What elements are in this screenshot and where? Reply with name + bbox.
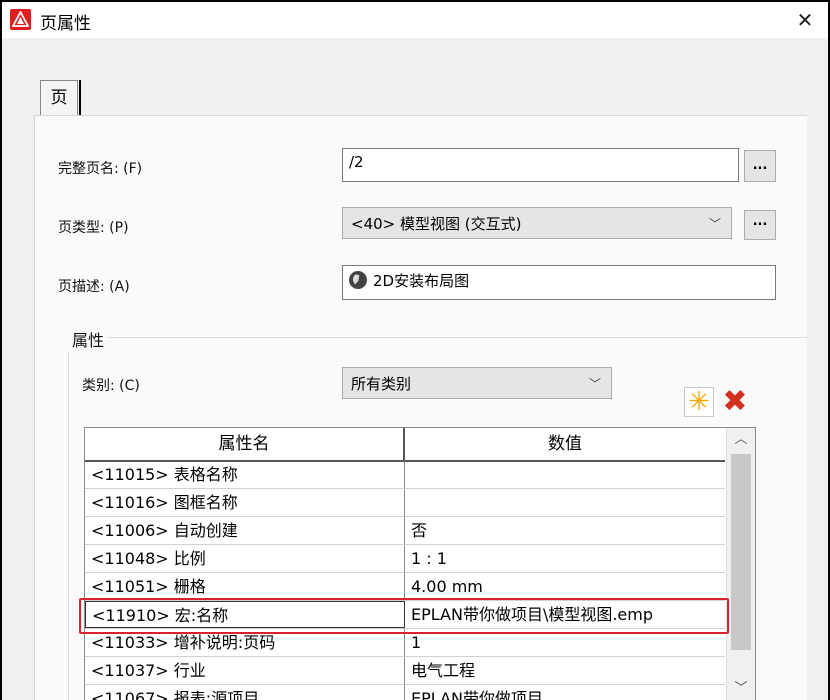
scrollbar-thumb[interactable] <box>731 454 751 650</box>
page-type-browse-button[interactable]: ... <box>744 210 776 240</box>
page-type-value: <40> 模型视图 (交互式) <box>351 215 522 233</box>
properties-table[interactable]: 属性名 数值 <11015> 表格名称 <11016> 图框名称 <11006>… <box>84 427 756 700</box>
table-row[interactable]: <11016> 图框名称 <box>85 489 725 517</box>
property-value-cell[interactable]: 电气工程 <box>405 657 725 684</box>
table-header: 属性名 数值 <box>85 428 725 462</box>
chevron-down-icon: ﹀ <box>588 377 601 391</box>
full-page-name-input[interactable]: /2 <box>342 148 739 182</box>
table-row[interactable]: <11048> 比例 1 : 1 <box>85 545 725 573</box>
table-row[interactable]: <11015> 表格名称 <box>85 461 725 489</box>
property-value-cell[interactable] <box>405 489 725 516</box>
table-row[interactable]: <11006> 自动创建 否 <box>85 517 725 545</box>
scroll-down-arrow-icon[interactable]: ﹀ <box>727 677 755 700</box>
window-title: 页属性 <box>40 14 91 34</box>
full-page-name-browse-button[interactable]: ... <box>744 150 776 182</box>
page-description-label: 页描述: (A) <box>58 279 130 295</box>
full-page-name-label: 完整页名: (F) <box>58 161 143 177</box>
table-row[interactable]: <11067> 报表:源项目 EPLAN带你做项目 <box>85 685 725 700</box>
page-properties-dialog: 页属性 ✕ 页 完整页名: (F) /2 ... 页类型: (P) <40> 模… <box>2 2 828 700</box>
chevron-down-icon: ﹀ <box>708 217 721 231</box>
column-header-property-name[interactable]: 属性名 <box>85 428 405 460</box>
page-type-label: 页类型: (P) <box>58 220 129 236</box>
property-name-cell: <11048> 比例 <box>85 545 405 572</box>
category-label: 类别: (C) <box>82 378 140 394</box>
category-value: 所有类别 <box>351 375 412 393</box>
star-icon: ✳ <box>688 387 710 417</box>
globe-icon <box>349 271 367 289</box>
page-type-select[interactable]: <40> 模型视图 (交互式) ﹀ <box>342 207 732 239</box>
vertical-scrollbar[interactable]: ︿ ﹀ <box>726 428 755 700</box>
property-value-cell[interactable]: 1 : 1 <box>405 545 725 572</box>
property-name-cell: <11067> 报表:源项目 <box>85 685 405 700</box>
delete-property-button[interactable]: ✖ <box>718 387 752 417</box>
properties-group-title: 属性 <box>68 327 109 351</box>
highlight-annotation-box <box>79 598 729 634</box>
column-header-value[interactable]: 数值 <box>405 428 725 460</box>
new-property-button[interactable]: ✳ <box>684 387 714 417</box>
close-button[interactable]: ✕ <box>782 2 828 38</box>
title-bar: 页属性 ✕ <box>2 2 828 38</box>
property-name-cell: <11016> 图框名称 <box>85 489 405 516</box>
property-name-cell: <11006> 自动创建 <box>85 517 405 544</box>
property-name-cell: <11015> 表格名称 <box>85 461 405 488</box>
delete-x-icon: ✖ <box>722 384 748 419</box>
tab-divider <box>79 80 81 116</box>
table-row[interactable]: <11051> 栅格 4.00 mm <box>85 573 725 601</box>
eplan-app-icon <box>10 9 31 30</box>
property-name-cell: <11037> 行业 <box>85 657 405 684</box>
property-value-cell[interactable]: 4.00 mm <box>405 573 725 600</box>
page-description-value: 2D安装布局图 <box>373 272 470 290</box>
tab-page[interactable]: 页 <box>40 80 78 116</box>
property-name-cell: <11051> 栅格 <box>85 573 405 600</box>
property-value-cell[interactable] <box>405 461 725 488</box>
page-description-input[interactable]: 2D安装布局图 <box>342 265 776 300</box>
property-value-cell[interactable]: 否 <box>405 517 725 544</box>
scroll-up-arrow-icon[interactable]: ︿ <box>727 428 755 452</box>
category-select[interactable]: 所有类别 ﹀ <box>342 367 612 399</box>
table-row[interactable]: <11037> 行业 电气工程 <box>85 657 725 685</box>
property-value-cell[interactable]: EPLAN带你做项目 <box>405 685 725 700</box>
